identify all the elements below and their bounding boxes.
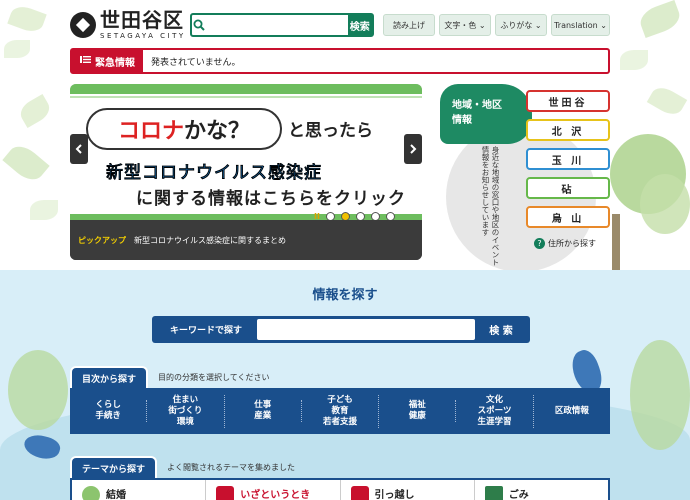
theme-label: いざというとき <box>240 490 311 500</box>
tab-category[interactable]: 目次から探す <box>70 366 149 388</box>
keyword-search-button[interactable]: 検 索 <box>475 322 527 337</box>
pickup-label: ピックアップ <box>78 235 126 245</box>
text-color-button[interactable]: 文字・色 ⌄ <box>439 14 491 36</box>
emergency-icon <box>216 486 235 500</box>
keyword-search: キーワードで探す 検 索 <box>152 316 530 343</box>
district-button-karasuyama[interactable]: 烏 山 <box>526 206 610 228</box>
leaf-decoration <box>16 93 54 129</box>
category-work[interactable]: 仕事 産業 <box>225 400 302 422</box>
area-title-line: 地域・地区 <box>452 100 502 111</box>
slide-text-4: に関する情報はこちらをクリック <box>136 189 406 209</box>
marriage-icon <box>82 486 100 500</box>
slide-text-red: コロナ <box>117 119 184 144</box>
emergency-info[interactable]: 緊急情報 発表されていません。 <box>70 48 610 74</box>
category-description: 目的の分類を選択してください <box>158 373 270 382</box>
search-input[interactable] <box>205 15 348 35</box>
area-title: 地域・地区 情報 <box>452 98 502 128</box>
tree-decoration <box>630 340 690 450</box>
read-aloud-button[interactable]: 読み上げ <box>383 14 435 36</box>
district-button-kitazawa[interactable]: 北 沢 <box>526 119 610 141</box>
megaphone-icon <box>80 55 91 67</box>
category-welfare[interactable]: 福祉 健康 <box>379 400 457 422</box>
theme-garbage[interactable]: ごみ <box>475 480 608 500</box>
pickup-carousel[interactable]: コロナ かな？ と思ったら 新型コロナウイルス感染症 に関する情報はこちらをクリッ… <box>70 84 422 260</box>
leaf-decoration <box>2 140 50 186</box>
area-title-line: 情報 <box>452 115 472 126</box>
category-tab-header: 目次から探す 目的の分類を選択してください <box>70 366 270 388</box>
address-search-link[interactable]: ? 住所から探す <box>534 238 596 249</box>
theme-label: 結婚 <box>106 490 126 500</box>
carousel-next-button[interactable] <box>404 134 422 164</box>
theme-emergency[interactable]: いざというとき <box>206 480 341 500</box>
pickup-text: 新型コロナウイルス感染症に関するまとめ <box>134 235 286 245</box>
garbage-icon <box>484 486 503 500</box>
find-info-section: 情報を探す キーワードで探す 検 索 目次から探す 目的の分類を選択してください… <box>0 270 690 500</box>
area-info: 地域・地区 情報 身近な地域の窓口や地区のイベント情報をお知らせしています 世田… <box>440 84 690 270</box>
slide-text-3: 新型コロナウイルス感染症 <box>106 163 322 183</box>
tree-trunk <box>612 214 620 270</box>
leaf-decoration <box>7 2 47 36</box>
slide-text-2: と思ったら <box>288 121 373 141</box>
theme-tab-header: テーマから探す よく閲覧されるテーマを集めました <box>70 456 295 478</box>
slide-stripe <box>70 96 422 98</box>
leaf-decoration <box>30 200 58 220</box>
area-description: 身近な地域の窓口や地区のイベント情報をお知らせしています <box>481 146 500 266</box>
search-button[interactable]: 検索 <box>347 15 372 35</box>
logo-english: SETAGAYA CITY <box>100 32 186 40</box>
category-culture[interactable]: 文化 スポーツ 生涯学習 <box>456 394 534 428</box>
category-children[interactable]: 子ども 教育 若者支援 <box>302 394 380 428</box>
site-search: 検索 <box>190 13 374 37</box>
tree-decoration <box>8 350 68 430</box>
district-button-kinuta[interactable]: 砧 <box>526 177 610 199</box>
carousel-prev-button[interactable] <box>70 134 88 164</box>
translation-button[interactable]: Translation ⌄ <box>551 14 610 36</box>
emergency-label: 緊急情報 <box>72 50 143 72</box>
leaf-decoration <box>4 40 30 58</box>
theme-description: よく閲覧されるテーマを集めました <box>167 463 296 472</box>
theme-label: 引っ越し <box>374 490 415 500</box>
emergency-label-text: 緊急情報 <box>95 57 135 69</box>
keyword-input[interactable] <box>257 319 475 340</box>
category-nav: くらし 手続き 住まい 街づくり 環境 仕事 産業 子ども 教育 若者支援 福祉… <box>70 388 610 434</box>
tab-theme[interactable]: テーマから探す <box>70 456 158 478</box>
site-logo[interactable]: 世田谷区 SETAGAYA CITY <box>70 10 186 40</box>
logo-japanese: 世田谷区 <box>100 8 184 32</box>
district-button-setagaya[interactable]: 世田谷 <box>526 90 610 112</box>
keyword-label: キーワードで探す <box>169 326 242 336</box>
furigana-button[interactable]: ふりがな ⌄ <box>495 14 547 36</box>
question-icon: ? <box>534 238 545 249</box>
leaf-decoration <box>636 0 684 39</box>
house-icon <box>350 486 369 500</box>
theme-nav: 結婚 いざというとき 引っ越し ごみ <box>70 478 610 500</box>
chevron-right-icon <box>410 144 417 154</box>
category-housing[interactable]: 住まい 街づくり 環境 <box>147 394 225 428</box>
slide-text: かな？ <box>184 119 251 144</box>
slide-cloud-caption: コロナ かな？ <box>86 108 282 150</box>
emergency-text: 発表されていません。 <box>151 57 241 68</box>
pickup-caption[interactable]: ピックアップ 新型コロナウイルス感染症に関するまとめ <box>70 220 422 260</box>
tree-decoration <box>640 174 690 234</box>
category-living[interactable]: くらし 手続き <box>70 400 148 422</box>
search-icon <box>192 15 206 35</box>
theme-marriage[interactable]: 結婚 <box>72 480 207 500</box>
top-section: 世田谷区 SETAGAYA CITY 検索 読み上げ 文字・色 ⌄ ふりがな ⌄… <box>0 0 690 270</box>
carousel-slide[interactable]: コロナ かな？ と思ったら 新型コロナウイルス感染症 に関する情報はこちらをクリッ… <box>70 84 422 221</box>
theme-moving[interactable]: 引っ越し <box>341 480 475 500</box>
find-info-title: 情報を探す <box>312 288 378 303</box>
chevron-left-icon <box>75 144 82 154</box>
theme-label: ごみ <box>508 490 529 500</box>
address-link-text: 住所から探す <box>548 239 596 248</box>
category-government[interactable]: 区政情報 <box>534 406 610 417</box>
leaf-decoration <box>620 50 648 70</box>
district-button-tamagawa[interactable]: 玉 川 <box>526 148 610 170</box>
city-emblem-icon <box>70 12 96 38</box>
